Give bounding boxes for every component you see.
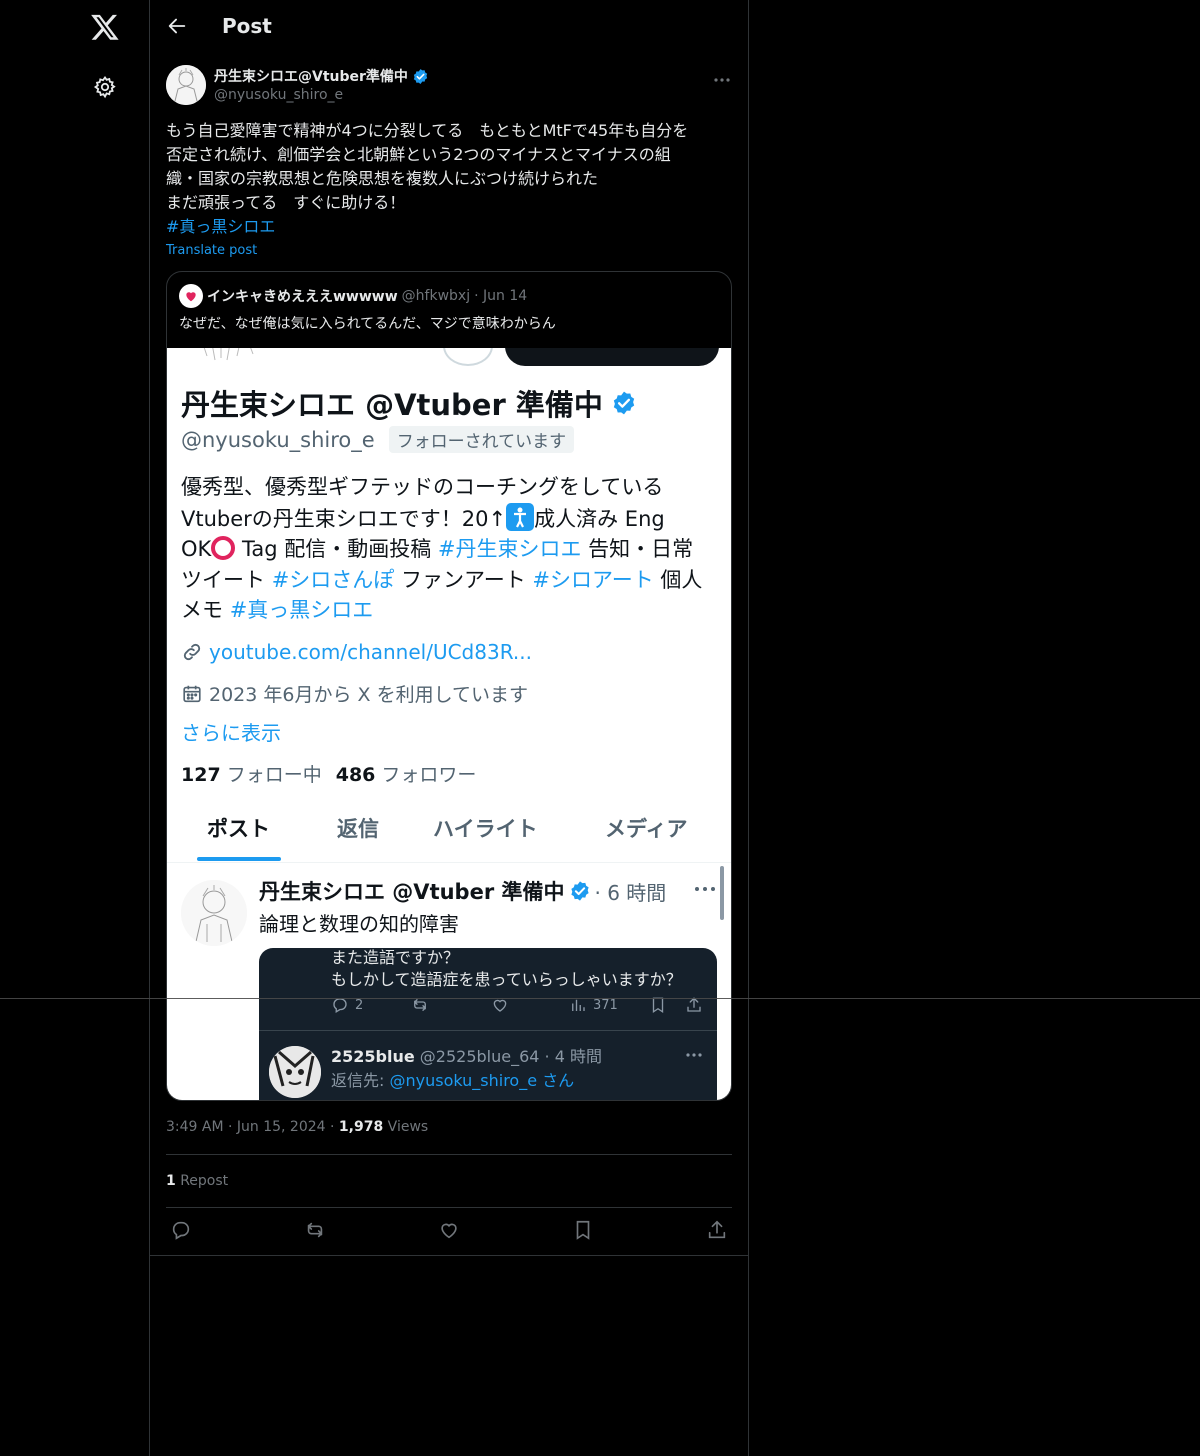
x-logo-icon[interactable] [90, 12, 120, 42]
embedded-tweet: 丹生束シロエ @Vtuber 準備中 · 6 時間 論理と数理の知的障害 また造… [167, 864, 731, 1100]
hashtag-link[interactable]: #真っ黒シロエ [166, 215, 734, 239]
more-options-icon [695, 887, 715, 891]
back-arrow-icon[interactable] [166, 15, 188, 37]
red-circle-emoji-icon [211, 536, 236, 560]
profile-tabs: ポスト 返信 ハイライト メディア [167, 803, 731, 863]
show-more-link: さらに表示 [181, 721, 281, 745]
main-column: Post 丹生束シロエ@Vtuber準備中 @nyusoku_shiro_e も… [150, 0, 749, 1456]
bio-line: ツイート #シロさんぽ ファンアート #シロアート 個人 [181, 567, 703, 592]
card-text-line: もしかして造語症を患っていらっしゃいますか？ [331, 970, 682, 989]
embedded-tweet-author: 丹生束シロエ @Vtuber 準備中 [259, 880, 565, 904]
profile-bio: 優秀型、優秀型ギフテッドのコーチングをしている Vtuberの丹生束シロエです！… [181, 472, 721, 626]
post-actions [166, 1219, 732, 1243]
profile-name: 丹生束シロエ @Vtuber 準備中 [181, 388, 603, 422]
post-text: もう自己愛障害で精神が4つに分裂してる もともとMtFで45年も自分を 否定され… [166, 119, 734, 239]
gear-icon[interactable] [93, 75, 117, 99]
profile-handle: @nyusoku_shiro_e [181, 427, 375, 452]
page-title: Post [222, 14, 272, 38]
post-author: 丹生束シロエ@Vtuber準備中 @nyusoku_shiro_e [166, 64, 734, 108]
author-handle[interactable]: @nyusoku_shiro_e [214, 87, 343, 103]
bio-line: Vtuberの丹生束シロエです！20↑ 成人済み Eng [181, 502, 721, 535]
replying-to: 返信先: @nyusoku_shiro_e さん [331, 1071, 575, 1090]
embedded-tweet-text: 論理と数理の知的障害 [259, 912, 459, 936]
profile-stats: 127 フォロー中 486 フォロワー [181, 764, 477, 786]
quoted-post[interactable]: インキャきめえええwwwww @hfkwbxj · Jun 14 なぜだ、なぜ俺… [166, 271, 732, 1101]
overlay-divider-line [0, 998, 1200, 999]
more-options-icon[interactable] [712, 70, 732, 90]
divider [166, 1154, 732, 1155]
reply-header: 2525blue @2525blue_64 · 4 時間 [331, 1047, 602, 1066]
post-text-line: もう自己愛障害で精神が4つに分裂してる もともとMtFで45年も自分を [166, 121, 689, 140]
follows-you-badge: フォローされています [388, 426, 575, 453]
profile-link: youtube.com/channel/UCd83R... [181, 640, 532, 664]
calendar-icon [183, 685, 201, 702]
quote-author-handle: @hfkwbxj [401, 288, 471, 304]
top-bar: Post [150, 0, 748, 54]
post-timestamp[interactable]: 3:49 AM · Jun 15, 2024 · [166, 1119, 339, 1135]
tab-media: メディア [605, 817, 688, 841]
repost-count-link[interactable]: 1 Repost [166, 1173, 228, 1189]
quote-header: インキャきめえええwwwww @hfkwbxj · Jun 14 [179, 284, 719, 308]
translate-post-link[interactable]: Translate post [166, 243, 257, 258]
more-options-icon [686, 1053, 702, 1057]
cropped-avatar [203, 348, 254, 361]
link-icon [183, 643, 201, 661]
post-text-line: 否定され続け、創価学会と北朝鮮という2つのマイナスとマイナスの組 [166, 145, 671, 164]
post-meta: 3:49 AM · Jun 15, 2024 · 1,978 Views [166, 1119, 429, 1135]
heart-avatar-icon [186, 292, 196, 302]
person-emoji-icon [506, 502, 535, 531]
post-text-line: 織・国家の宗教思想と危険思想を複数人にぶつけ続けられた [166, 169, 599, 188]
profile-joined: 2023 年6月から X を利用しています [181, 680, 528, 707]
scrollbar [720, 866, 724, 920]
verified-badge-icon [613, 391, 635, 415]
quote-media-image: 丹生束シロエ @Vtuber 準備中 @nyusoku_shiro_e フォロー… [167, 348, 731, 1100]
cropped-follow-button [505, 348, 719, 366]
avatar[interactable] [166, 65, 206, 105]
bookmark-icon[interactable] [572, 1219, 594, 1241]
embedded-quoted-card: また造語ですか？ もしかして造語症を患っていらっしゃいますか？ 2 371 25… [259, 948, 717, 1100]
quote-text: なぜだ、なぜ俺は気に入られてるんだ、マジで意味わからん [179, 316, 556, 332]
divider [166, 1207, 732, 1208]
quote-avatar [179, 284, 203, 308]
tab-posts: ポスト [207, 817, 270, 841]
verified-badge-icon [570, 881, 589, 901]
avatar [269, 1046, 321, 1098]
divider [150, 1255, 748, 1256]
author-name[interactable]: 丹生束シロエ@Vtuber準備中 [214, 66, 408, 86]
repost-icon[interactable] [304, 1219, 326, 1241]
card-text-line: また造語ですか？ [331, 948, 460, 967]
quote-date: · Jun 14 [474, 288, 528, 304]
left-rail [0, 0, 150, 1456]
like-icon[interactable] [438, 1219, 460, 1241]
verified-badge-icon[interactable] [412, 68, 429, 85]
reply-icon[interactable] [170, 1219, 192, 1241]
cropped-icon-button [443, 348, 493, 366]
tab-replies: 返信 [337, 817, 379, 841]
embedded-tweet-time: · 6 時間 [594, 880, 667, 905]
quote-author-name: インキャきめえええwwwww [207, 289, 398, 305]
share-icon[interactable] [706, 1219, 728, 1241]
tab-highlights: ハイライト [433, 817, 538, 841]
active-tab-indicator [197, 857, 281, 861]
post-text-line: まだ頑張ってる すぐに助ける！ [166, 193, 406, 212]
bio-line: OK Tag 配信・動画投稿 #丹生束シロエ 告知・日常 [181, 536, 694, 561]
views-count: 1,978 [338, 1119, 384, 1135]
divider [259, 1030, 717, 1031]
card-actions: 2 371 [331, 996, 709, 1020]
bio-line: メモ #真っ黒シロエ [181, 598, 374, 622]
avatar [181, 880, 247, 946]
bio-line: 優秀型、優秀型ギフテッドのコーチングをしている [181, 475, 664, 499]
